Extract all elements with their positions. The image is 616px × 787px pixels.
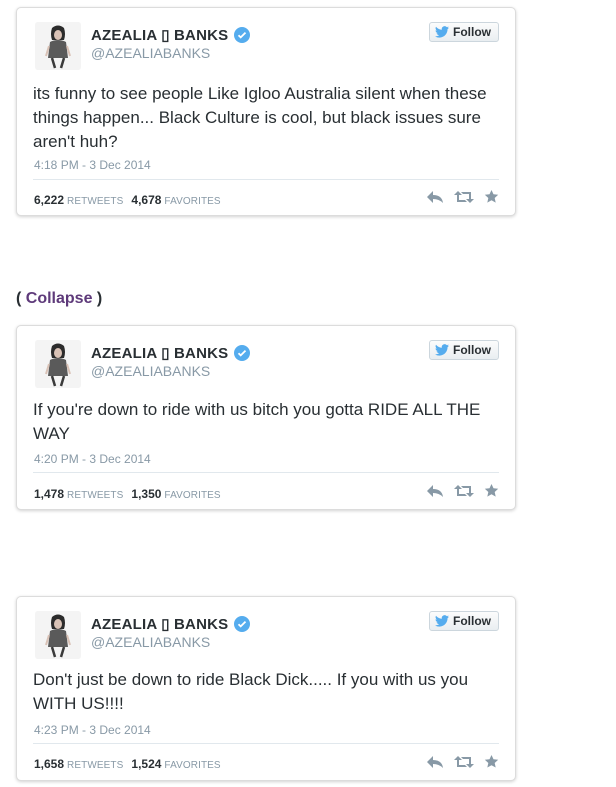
tweet-actions xyxy=(426,754,499,769)
avatar[interactable] xyxy=(35,611,81,659)
favorite-count[interactable]: 4,678 xyxy=(131,193,161,207)
tweet-text: If you're down to ride with us bitch you… xyxy=(33,400,481,443)
timestamp[interactable]: 4:23 PM - 3 Dec 2014 xyxy=(34,723,151,737)
follow-label: Follow xyxy=(453,614,491,628)
verified-badge-icon xyxy=(234,27,251,43)
collapse-close-paren: ) xyxy=(96,290,103,307)
verified-badge-icon xyxy=(234,616,251,632)
author-row: AZEALIA ▯ BANKS xyxy=(91,615,251,633)
stats: 6,222 RETWEETS 4,678 FAVORITES xyxy=(34,193,229,207)
tweet-actions xyxy=(426,483,499,498)
divider xyxy=(33,179,499,180)
timestamp[interactable]: 4:18 PM - 3 Dec 2014 xyxy=(34,158,151,172)
follow-button[interactable]: Follow xyxy=(429,611,499,631)
favorites-label: FAVORITES xyxy=(164,760,221,771)
verified-badge-icon xyxy=(234,345,251,361)
star-icon[interactable] xyxy=(484,483,499,498)
follow-button[interactable]: Follow xyxy=(429,22,499,42)
stats: 1,478 RETWEETS 1,350 FAVORITES xyxy=(34,487,229,501)
favorites-label: FAVORITES xyxy=(164,196,221,207)
follow-label: Follow xyxy=(453,25,491,39)
retweets-label: RETWEETS xyxy=(67,196,124,207)
avatar[interactable] xyxy=(35,22,81,70)
twitter-bird-icon xyxy=(435,615,449,627)
retweets-label: RETWEETS xyxy=(67,490,124,501)
tweet-card: AZEALIA ▯ BANKS @AZEALIABANKS Follow Don… xyxy=(16,596,516,781)
reply-icon[interactable] xyxy=(426,755,444,769)
avatar[interactable] xyxy=(35,340,81,388)
star-icon[interactable] xyxy=(484,189,499,204)
favorite-count[interactable]: 1,524 xyxy=(131,757,161,771)
retweet-count[interactable]: 1,478 xyxy=(34,487,64,501)
tweet-actions xyxy=(426,189,499,204)
collapse-link[interactable]: Collapse xyxy=(26,290,93,307)
display-name[interactable]: AZEALIA ▯ BANKS xyxy=(91,615,228,633)
retweet-icon[interactable] xyxy=(454,190,474,204)
author-row: AZEALIA ▯ BANKS xyxy=(91,26,251,44)
divider xyxy=(33,472,499,473)
tweet-card: AZEALIA ▯ BANKS @AZEALIABANKS Follow its… xyxy=(16,7,516,216)
twitter-bird-icon xyxy=(435,344,449,356)
handle[interactable]: @AZEALIABANKS xyxy=(91,634,210,650)
star-icon[interactable] xyxy=(484,754,499,769)
retweet-icon[interactable] xyxy=(454,755,474,769)
reply-icon[interactable] xyxy=(426,484,444,498)
twitter-bird-icon xyxy=(435,26,449,38)
follow-button[interactable]: Follow xyxy=(429,340,499,360)
collapse-open-paren: ( xyxy=(16,290,22,307)
retweet-count[interactable]: 6,222 xyxy=(34,193,64,207)
display-name[interactable]: AZEALIA ▯ BANKS xyxy=(91,344,228,362)
handle[interactable]: @AZEALIABANKS xyxy=(91,363,210,379)
collapse-toggle: ( Collapse ) xyxy=(16,290,102,308)
favorite-count[interactable]: 1,350 xyxy=(131,487,161,501)
retweet-icon[interactable] xyxy=(454,484,474,498)
stats: 1,658 RETWEETS 1,524 FAVORITES xyxy=(34,757,229,771)
handle[interactable]: @AZEALIABANKS xyxy=(91,45,210,61)
follow-label: Follow xyxy=(453,343,491,357)
display-name[interactable]: AZEALIA ▯ BANKS xyxy=(91,26,228,44)
author-row: AZEALIA ▯ BANKS xyxy=(91,344,251,362)
retweets-label: RETWEETS xyxy=(67,760,124,771)
favorites-label: FAVORITES xyxy=(164,490,221,501)
tweet-card: AZEALIA ▯ BANKS @AZEALIABANKS Follow If … xyxy=(16,325,516,510)
tweet-text: its funny to see people Like Igloo Austr… xyxy=(33,84,487,151)
retweet-count[interactable]: 1,658 xyxy=(34,757,64,771)
divider xyxy=(33,743,499,744)
tweet-text: Don't just be down to ride Black Dick...… xyxy=(33,670,469,713)
timestamp[interactable]: 4:20 PM - 3 Dec 2014 xyxy=(34,452,151,466)
reply-icon[interactable] xyxy=(426,190,444,204)
